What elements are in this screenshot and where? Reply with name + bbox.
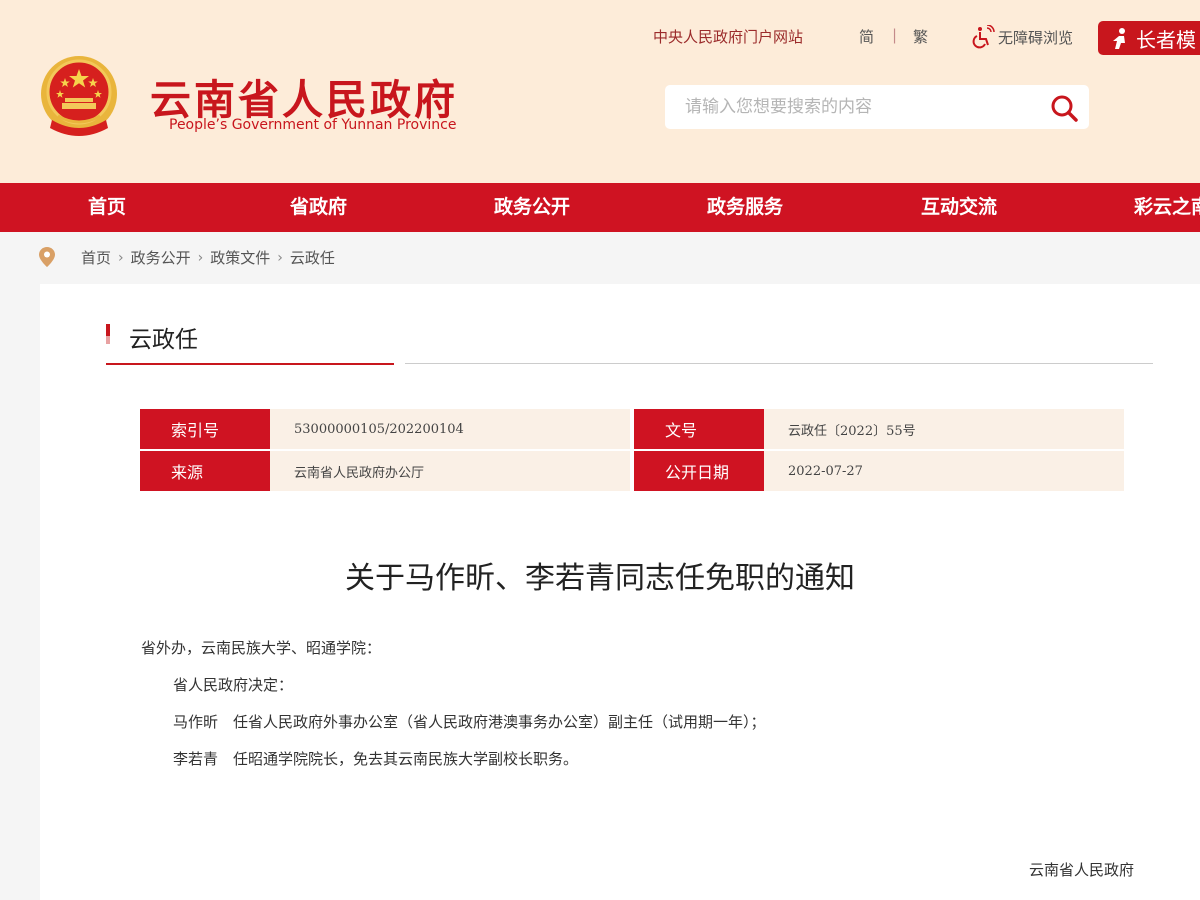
search-icon[interactable] xyxy=(1050,94,1078,122)
document-meta-table: 索引号 53000000105/202200104 文号 云政任〔2022〕55… xyxy=(140,409,1124,493)
elder-mode-button[interactable]: 长者模 xyxy=(1098,21,1200,55)
content-panel: 云政任 索引号 53000000105/202200104 文号 云政任〔202… xyxy=(40,284,1200,900)
breadcrumb-current[interactable]: 云政任 xyxy=(290,247,335,268)
nav-item-yunnan[interactable]: 彩云之南 xyxy=(1134,183,1200,232)
document-paragraph: 省人民政府决定： xyxy=(173,676,294,694)
document-body: 省外办，云南民族大学、昭通学院： 省人民政府决定： 马作昕 任省人民政府外事办公… xyxy=(141,636,1141,784)
chevron-right-icon: › xyxy=(118,249,124,266)
source-value: 云南省人民政府办公厅 xyxy=(270,451,630,491)
section-title: 云政任 xyxy=(129,327,198,353)
nav-item-gov-affairs-open[interactable]: 政务公开 xyxy=(494,183,570,232)
nav-item-gov-services[interactable]: 政务服务 xyxy=(707,183,783,232)
elder-icon xyxy=(1113,28,1125,49)
source-label: 来源 xyxy=(140,451,275,491)
chevron-right-icon: › xyxy=(277,249,283,266)
index-number-label: 索引号 xyxy=(140,409,275,449)
breadcrumb-policy-documents[interactable]: 政策文件 xyxy=(210,247,270,268)
breadcrumb: 首页 › 政务公开 › 政策文件 › 云政任 xyxy=(0,232,1200,284)
document-number-label: 文号 xyxy=(634,409,769,449)
publish-date-value: 2022-07-27 xyxy=(764,451,1124,491)
nav-item-interaction[interactable]: 互动交流 xyxy=(921,183,997,232)
main-nav: 首页 省政府 政务公开 政务服务 互动交流 彩云之南 xyxy=(0,183,1200,232)
wheelchair-icon xyxy=(972,25,995,49)
document-paragraph: 马作昕 任省人民政府外事办公室（省人民政府港澳事务办公室）副主任（试用期一年）； xyxy=(173,713,766,731)
nav-item-home[interactable]: 首页 xyxy=(88,183,126,232)
breadcrumb-trail: 首页 › 政务公开 › 政策文件 › 云政任 xyxy=(81,247,335,268)
accessibility-label: 无障碍浏览 xyxy=(998,28,1074,47)
accessibility-link[interactable]: 无障碍浏览 xyxy=(972,25,1073,49)
publish-date-label: 公开日期 xyxy=(634,451,769,491)
site-header: 云南省人民政府 People’s Government of Yunnan Pr… xyxy=(0,0,1200,183)
document-paragraph: 李若青 任昭通学院院长，免去其云南民族大学副校长职务。 xyxy=(173,750,579,768)
chevron-right-icon: › xyxy=(197,249,204,266)
section-marker xyxy=(106,324,110,344)
location-pin-icon xyxy=(39,247,55,267)
index-number-value: 53000000105/202200104 xyxy=(270,409,630,449)
document-title: 关于马作昕、李若青同志任免职的通知 xyxy=(345,561,855,596)
document-signature: 云南省人民政府 xyxy=(1029,861,1135,879)
breadcrumb-home[interactable]: 首页 xyxy=(81,247,111,268)
section-divider xyxy=(405,363,1153,364)
document-addressee: 省外办，云南民族大学、昭通学院： xyxy=(141,639,382,657)
breadcrumb-gov-affairs-open[interactable]: 政务公开 xyxy=(131,247,191,268)
site-subtitle: People’s Government of Yunnan Province xyxy=(169,117,457,133)
nav-item-provincial-gov[interactable]: 省政府 xyxy=(290,183,347,232)
simplified-chinese-link[interactable]: 简 xyxy=(859,26,874,47)
meta-row: 索引号 53000000105/202200104 文号 云政任〔2022〕55… xyxy=(140,409,1124,449)
central-gov-portal-link[interactable]: 中央人民政府门户网站 xyxy=(653,26,803,47)
search-box xyxy=(665,85,1089,129)
section-underline xyxy=(106,363,394,365)
language-separator: | xyxy=(892,26,898,44)
elder-mode-label: 长者模 xyxy=(1136,27,1196,52)
meta-row: 来源 云南省人民政府办公厅 公开日期 2022-07-27 xyxy=(140,451,1124,491)
document-number-value: 云政任〔2022〕55号 xyxy=(764,409,1124,449)
national-emblem-icon[interactable] xyxy=(38,54,120,140)
search-input[interactable] xyxy=(685,85,1045,129)
traditional-chinese-link[interactable]: 繁 xyxy=(913,26,928,47)
